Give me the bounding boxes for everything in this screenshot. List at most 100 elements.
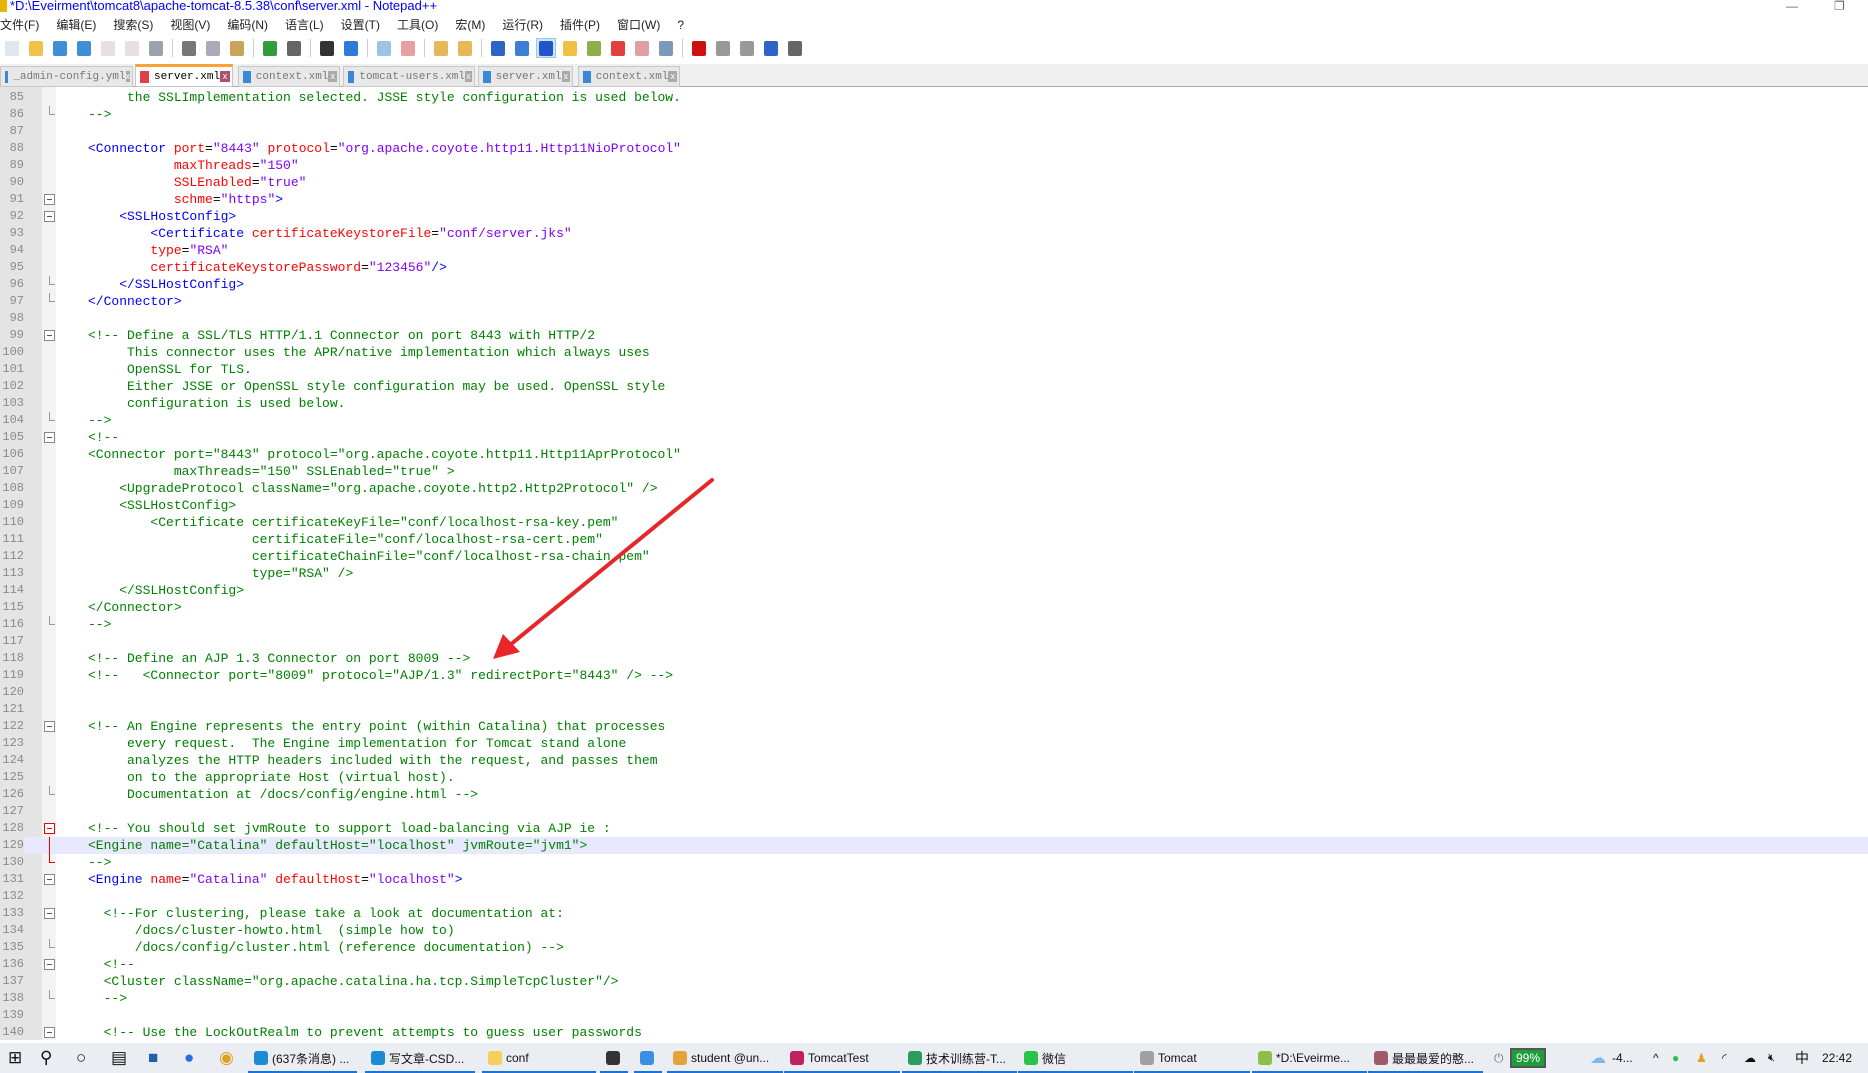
task-view-icon[interactable]: ▤	[111, 1043, 127, 1073]
fold-toggle-icon[interactable]	[44, 908, 55, 919]
code-line[interactable]: 119 <!-- <Connector port="8009" protocol=…	[0, 667, 1868, 684]
wifi-icon[interactable]: ◜	[1722, 1043, 1727, 1073]
wechat-tray-icon[interactable]: ●	[1672, 1043, 1679, 1073]
code-line[interactable]: 85 the SSLImplementation selected. JSSE …	[0, 89, 1868, 106]
fold-toggle-icon[interactable]	[44, 823, 55, 834]
chrome-icon[interactable]: ◉	[219, 1043, 234, 1073]
code-line[interactable]: 140 <!-- Use the LockOutRealm to prevent…	[0, 1024, 1868, 1040]
code-line[interactable]: 127	[0, 803, 1868, 820]
zoom-in-button[interactable]	[374, 38, 394, 58]
code-line[interactable]: 117	[0, 633, 1868, 650]
code-line[interactable]: 93 <Certificate certificateKeystoreFile=…	[0, 225, 1868, 242]
print-button[interactable]	[146, 38, 166, 58]
search-icon[interactable]: ⚲	[40, 1043, 52, 1073]
fold-toggle-icon[interactable]	[44, 721, 55, 732]
fold-toggle-icon[interactable]	[44, 874, 55, 885]
taskbar-app[interactable]: 技术训练营-T...	[902, 1043, 1017, 1073]
menu-item[interactable]: 插件(P)	[560, 16, 600, 34]
code-line[interactable]: 131 <Engine name="Catalina" defaultHost="…	[0, 871, 1868, 888]
menu-item[interactable]: 文件(F)	[0, 16, 39, 34]
cut-button[interactable]	[179, 38, 199, 58]
battery-indicator[interactable]: 99%	[1510, 1043, 1547, 1073]
code-line[interactable]: 105 <!--	[0, 429, 1868, 446]
fold-toggle-icon[interactable]	[44, 959, 55, 970]
code-line[interactable]: 126 Documentation at /docs/config/engine…	[0, 786, 1868, 803]
taskbar-app[interactable]: Tomcat	[1134, 1043, 1250, 1073]
taskbar-app[interactable]: *D:\Eveirme...	[1252, 1043, 1367, 1073]
sync-vertical-button[interactable]	[431, 38, 451, 58]
close-button[interactable]	[98, 38, 118, 58]
monitoring-button[interactable]	[656, 38, 676, 58]
code-line[interactable]: 128 <!-- You should set jvmRoute to suppo…	[0, 820, 1868, 837]
qq-tray-icon[interactable]: ♟	[1696, 1043, 1707, 1073]
minimize-button[interactable]: —	[1786, 0, 1798, 12]
code-line[interactable]: 108 <UpgradeProtocol className="org.apac…	[0, 480, 1868, 497]
weather-temp[interactable]: -4...	[1612, 1043, 1633, 1073]
menu-item[interactable]: 搜索(S)	[113, 16, 153, 34]
close-all-button[interactable]	[122, 38, 142, 58]
code-line[interactable]: 97 </Connector>	[0, 293, 1868, 310]
save-all-button[interactable]	[74, 38, 94, 58]
replace-button[interactable]	[341, 38, 361, 58]
menu-item[interactable]: 编辑(E)	[56, 16, 96, 34]
restore-button[interactable]: ❐	[1834, 0, 1845, 12]
code-line[interactable]: 114 </SSLHostConfig>	[0, 582, 1868, 599]
play-macro-button[interactable]	[737, 38, 757, 58]
clock[interactable]: 22:42	[1822, 1043, 1852, 1073]
fold-toggle-icon[interactable]	[44, 1027, 55, 1038]
code-line[interactable]: 104 -->	[0, 412, 1868, 429]
tab-close-icon[interactable]: x	[465, 71, 472, 82]
code-line[interactable]: 106 <Connector port="8443" protocol="org.…	[0, 446, 1868, 463]
paste-button[interactable]	[227, 38, 247, 58]
tab-close-icon[interactable]: x	[561, 71, 570, 82]
code-line[interactable]: 129 <Engine name="Catalina" defaultHost="…	[0, 837, 1868, 854]
tab--admin-config-yml[interactable]: _admin-config.yml x	[0, 66, 133, 87]
redo-button[interactable]	[284, 38, 304, 58]
code-line[interactable]: 123 every request. The Engine implementa…	[0, 735, 1868, 752]
menu-item[interactable]: 设置(T)	[341, 16, 380, 34]
taskbar-app[interactable]	[600, 1043, 628, 1073]
taskbar-app[interactable]: 最最最爱的憨...	[1368, 1043, 1483, 1073]
function-list-button[interactable]	[608, 38, 628, 58]
code-line[interactable]: 99 <!-- Define a SSL/TLS HTTP/1.1 Connect…	[0, 327, 1868, 344]
code-line[interactable]: 111 certificateFile="conf/localhost-rsa-…	[0, 531, 1868, 548]
sync-horizontal-button[interactable]	[455, 38, 475, 58]
store-icon[interactable]: ■	[148, 1043, 158, 1073]
cortana-icon[interactable]: ○	[76, 1043, 86, 1073]
tab-close-icon[interactable]: x	[220, 71, 230, 82]
run-macro-multiple-button[interactable]	[761, 38, 781, 58]
tab-server-xml[interactable]: server.xml x	[135, 64, 233, 87]
code-line[interactable]: 87	[0, 123, 1868, 140]
taskbar-app[interactable]: student @un...	[667, 1043, 783, 1073]
editor[interactable]: 85 the SSLImplementation selected. JSSE …	[0, 87, 1868, 1040]
menu-item[interactable]: ?	[677, 16, 684, 34]
menu-item[interactable]: 语言(L)	[285, 16, 324, 34]
taskbar-app[interactable]: conf	[482, 1043, 596, 1073]
folder-workspace-button[interactable]	[632, 38, 652, 58]
code-line[interactable]: 100 This connector uses the APR/native i…	[0, 344, 1868, 361]
tab-server-xml[interactable]: server.xml x	[478, 66, 573, 87]
undo-button[interactable]	[260, 38, 280, 58]
indent-guide-button[interactable]	[536, 38, 556, 58]
code-line[interactable]: 121	[0, 701, 1868, 718]
code-line[interactable]: 120	[0, 684, 1868, 701]
taskbar-app[interactable]: (637条消息) ...	[248, 1043, 357, 1073]
code-line[interactable]: 116 -->	[0, 616, 1868, 633]
fold-toggle-icon[interactable]	[44, 330, 55, 341]
code-line[interactable]: 112 certificateChainFile="conf/localhost…	[0, 548, 1868, 565]
save-macro-button[interactable]	[785, 38, 805, 58]
show-all-chars-button[interactable]	[512, 38, 532, 58]
tab-close-icon[interactable]: x	[125, 71, 130, 82]
code-line[interactable]: 137 <Cluster className="org.apache.catal…	[0, 973, 1868, 990]
code-line[interactable]: 132	[0, 888, 1868, 905]
zoom-out-button[interactable]	[398, 38, 418, 58]
app-l-icon[interactable]: ●	[184, 1043, 194, 1073]
code-line[interactable]: 91 schme="https">	[0, 191, 1868, 208]
code-line[interactable]: 130 -->	[0, 854, 1868, 871]
tab-context-xml[interactable]: context.xml x	[238, 66, 340, 87]
code-line[interactable]: 94 type="RSA"	[0, 242, 1868, 259]
code-line[interactable]: 124 analyzes the HTTP headers included w…	[0, 752, 1868, 769]
ime-indicator[interactable]: 中	[1795, 1043, 1809, 1073]
menu-item[interactable]: 宏(M)	[455, 16, 485, 34]
code-line[interactable]: 98	[0, 310, 1868, 327]
